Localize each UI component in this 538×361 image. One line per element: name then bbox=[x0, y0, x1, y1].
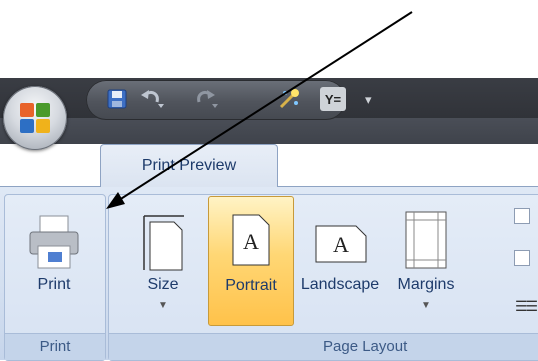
printer-icon bbox=[29, 215, 79, 269]
portrait-icon: A bbox=[232, 214, 270, 266]
margins-button[interactable]: Margins ▼ bbox=[386, 200, 466, 326]
landscape-icon: A bbox=[315, 225, 367, 263]
redo-icon[interactable] bbox=[192, 86, 218, 112]
margins-dropdown-icon: ▼ bbox=[421, 300, 431, 311]
print-button[interactable]: Print bbox=[16, 200, 92, 310]
margins-button-label: Margins bbox=[397, 276, 455, 293]
size-button-label: Size bbox=[147, 276, 179, 293]
portrait-button-label: Portrait bbox=[225, 277, 277, 294]
tab-label: Print Preview bbox=[141, 157, 237, 174]
customize-toolbar-icon[interactable]: ▾ bbox=[365, 92, 372, 108]
filter-icon[interactable]: Y= bbox=[320, 87, 346, 111]
checkbox-1[interactable] bbox=[514, 208, 530, 224]
size-button[interactable]: Size ▼ bbox=[128, 200, 198, 326]
save-icon[interactable] bbox=[104, 86, 130, 112]
portrait-button[interactable]: A Portrait bbox=[208, 196, 294, 326]
landscape-button[interactable]: A Landscape bbox=[296, 200, 384, 310]
svg-text:A: A bbox=[243, 229, 259, 254]
checkbox-2[interactable] bbox=[514, 250, 530, 266]
magic-wand-icon[interactable] bbox=[276, 86, 302, 112]
print-button-label: Print bbox=[37, 276, 71, 293]
margins-icon bbox=[405, 211, 447, 269]
page-size-icon bbox=[143, 215, 184, 271]
page-layout-group-label: Page Layout bbox=[109, 333, 538, 360]
office-button[interactable] bbox=[3, 86, 67, 150]
landscape-button-label: Landscape bbox=[300, 276, 380, 293]
size-dropdown-icon: ▼ bbox=[158, 300, 168, 311]
undo-icon[interactable] bbox=[138, 86, 164, 112]
tab-print-preview[interactable]: Print Preview bbox=[100, 144, 278, 187]
print-group-label: Print bbox=[5, 333, 105, 360]
list-icon: ☰☰ bbox=[515, 298, 538, 314]
office-logo-icon bbox=[20, 103, 50, 133]
title-bar-lower bbox=[0, 118, 538, 144]
svg-text:A: A bbox=[333, 232, 349, 257]
quick-access-toolbar: Y= bbox=[86, 80, 346, 120]
